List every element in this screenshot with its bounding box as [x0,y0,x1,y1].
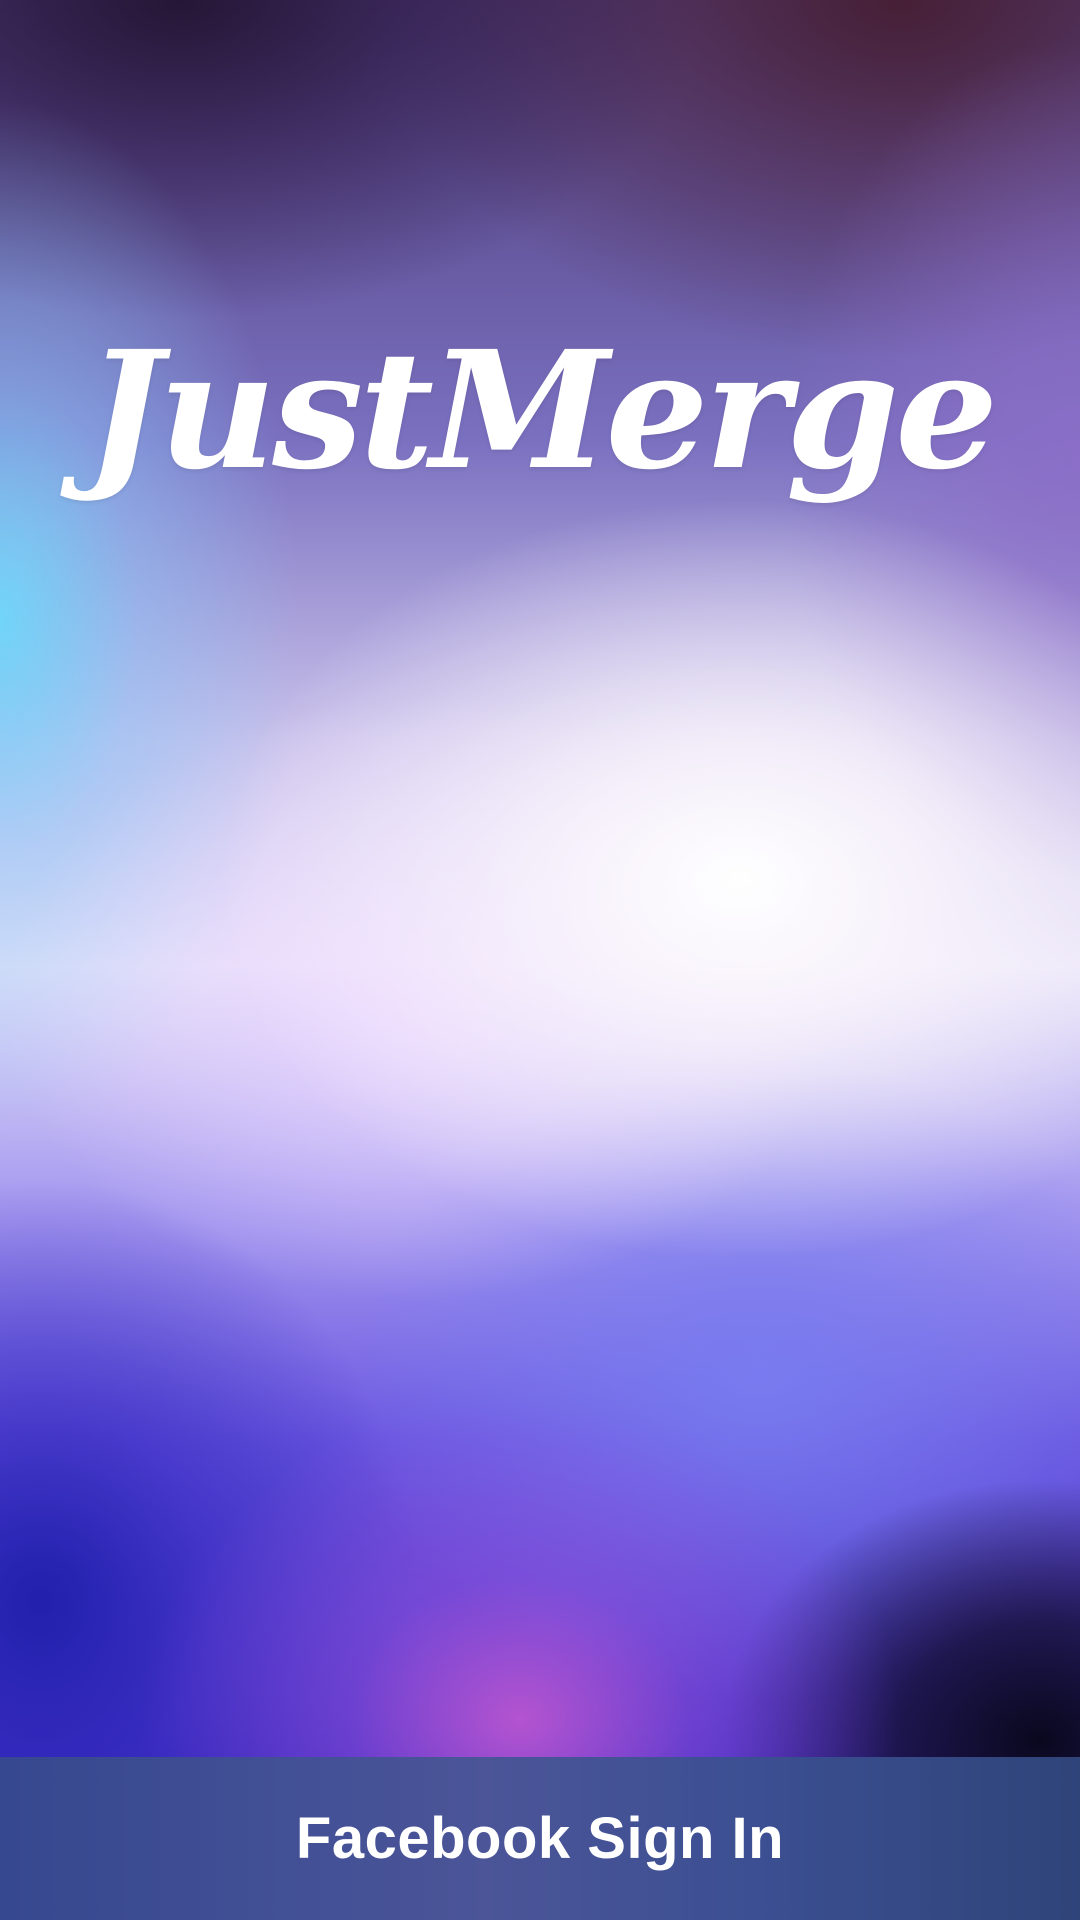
app-logo: JustMerge [85,316,999,506]
gradient-background [0,0,1080,1757]
facebook-sign-in-label: Facebook Sign In [295,1806,785,1871]
facebook-sign-in-button[interactable]: Facebook Sign In [0,1757,1080,1920]
login-screen: JustMerge Facebook Sign In [0,0,1080,1920]
